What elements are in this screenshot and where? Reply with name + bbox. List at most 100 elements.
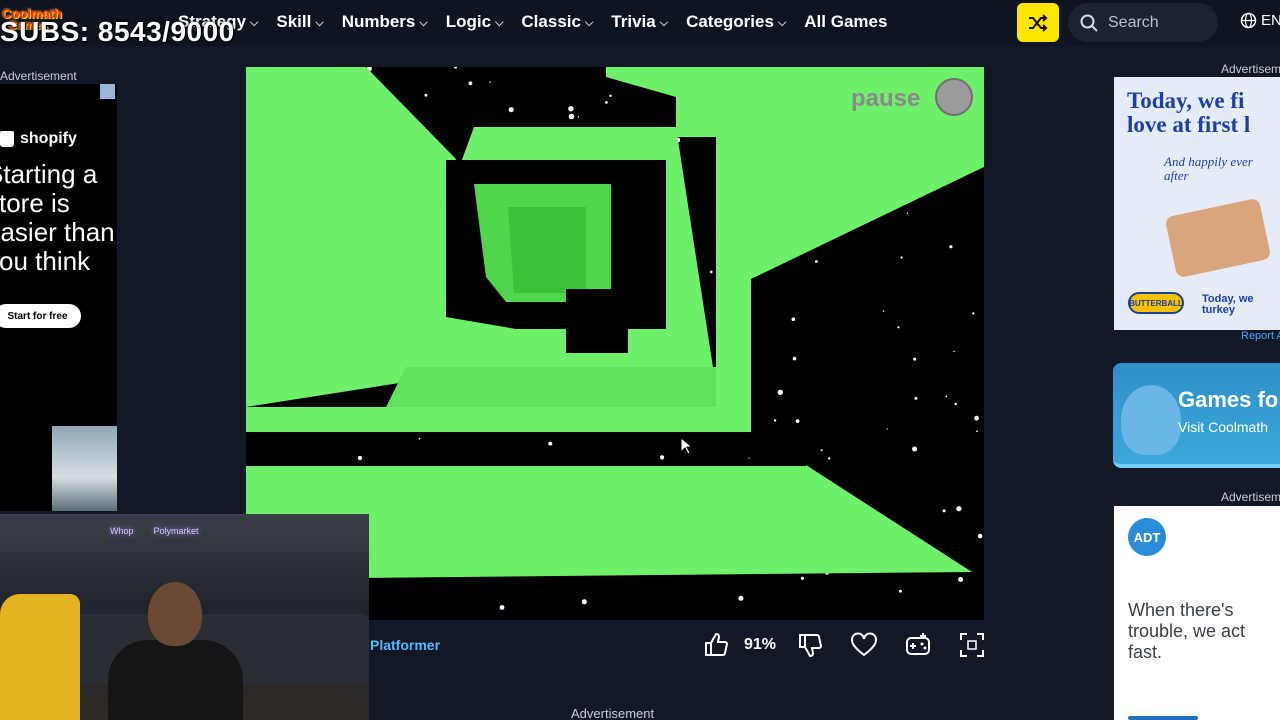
star — [945, 395, 948, 398]
star — [977, 533, 983, 539]
star — [577, 116, 580, 118]
star — [660, 455, 665, 460]
search-box[interactable]: Search — [1068, 3, 1218, 42]
butterball-headline: Today, we fi love at first l — [1127, 89, 1280, 137]
language-selector[interactable]: EN — [1240, 12, 1280, 29]
nav-item-label: Skill — [276, 12, 312, 31]
nav-item-label: Categories — [686, 12, 774, 31]
pause-label: pause — [851, 85, 921, 112]
nav-item-label: Numbers — [341, 12, 416, 31]
streamer-shirt — [108, 640, 243, 720]
star — [954, 402, 957, 406]
star — [581, 599, 587, 605]
star — [453, 67, 458, 69]
tunnel-ceiling-right — [606, 67, 716, 137]
chevron-down-icon: ⌵ — [777, 16, 787, 29]
star — [791, 317, 796, 322]
pause-button[interactable] — [935, 78, 973, 116]
random-game-button[interactable] — [1017, 3, 1059, 42]
star — [815, 260, 818, 263]
neon-signs: Whop Polymarket — [110, 526, 260, 566]
thumbs-up-button[interactable] — [696, 630, 736, 660]
nav-item-categories[interactable]: Categories ⌵ — [686, 12, 786, 32]
chevron-down-icon: ⌵ — [659, 16, 669, 29]
streamer-head — [148, 582, 202, 646]
nav-menu: Strategy ⌵ Skill ⌵ Numbers ⌵ Logic ⌵ Classic… — [178, 12, 887, 32]
butterball-headline-line1: Today, we fi — [1127, 88, 1245, 113]
fullscreen-button[interactable] — [952, 630, 992, 660]
star — [956, 506, 962, 512]
neon-sign-whop: Whop — [110, 526, 134, 536]
nav-item-label: Logic — [445, 12, 492, 31]
star — [958, 577, 964, 582]
butterball-ad[interactable]: Today, we fi love at first l And happily … — [1114, 77, 1280, 330]
report-ad-link[interactable]: Report A — [1241, 330, 1280, 342]
star — [828, 457, 831, 460]
butterball-script: And happily ever after — [1164, 154, 1253, 183]
chevron-down-icon: ⌵ — [495, 16, 504, 29]
nav-item-skill[interactable]: Skill ⌵ — [276, 12, 323, 32]
star — [795, 419, 800, 423]
tunnel-lower-step — [386, 367, 716, 407]
star — [900, 256, 903, 259]
tunnel-right-wall — [716, 67, 984, 432]
star — [897, 326, 900, 329]
coolmath-promo-banner[interactable]: Games fo Visit Coolmath — [1113, 363, 1280, 468]
star — [499, 605, 505, 610]
nav-item-trivia[interactable]: Trivia ⌵ — [611, 12, 668, 32]
star — [568, 106, 574, 112]
octopus-mascot — [1121, 385, 1181, 455]
star — [568, 113, 575, 120]
nav-item-label: Classic — [521, 12, 581, 31]
gaming-chair — [0, 594, 80, 720]
nav-item-all-games[interactable]: All Games — [804, 12, 887, 32]
star — [548, 441, 553, 446]
thumbs-up-icon — [705, 632, 729, 656]
globe-icon — [1240, 12, 1257, 29]
star — [942, 509, 946, 513]
star — [792, 356, 797, 361]
shopify-photo — [52, 426, 117, 511]
star — [468, 81, 473, 86]
adt-ad[interactable]: ADT When there's trouble, we act fast. — [1114, 506, 1280, 720]
star — [882, 310, 885, 312]
promo-subtitle: Visit Coolmath — [1178, 419, 1269, 435]
star — [899, 589, 902, 593]
star — [605, 101, 608, 104]
favorite-button[interactable] — [844, 630, 884, 660]
shopify-ad[interactable]: shopify Starting a store is easier than … — [0, 84, 117, 511]
start-for-free-button[interactable]: Start for free — [0, 304, 81, 328]
streamer — [108, 582, 243, 720]
chevron-down-icon: ⌵ — [315, 16, 324, 29]
neon-sign-polymarket: Polymarket — [153, 526, 199, 536]
add-to-playlist-button[interactable] — [898, 630, 938, 660]
star — [972, 312, 975, 315]
streamer-webcam: Whop Polymarket — [0, 514, 369, 720]
adt-logo: ADT — [1128, 518, 1166, 556]
ad-label-left: Advertisement — [0, 69, 77, 83]
star — [974, 415, 979, 421]
nav-item-label: Trivia — [611, 12, 656, 31]
ad-label-bottom: Advertisement — [571, 706, 655, 720]
thumbs-down-button[interactable] — [790, 630, 830, 660]
star — [609, 94, 612, 97]
adchoices-icon[interactable] — [100, 84, 115, 99]
search-icon — [1080, 14, 1098, 32]
shuffle-icon — [1029, 13, 1048, 32]
nav-item-logic[interactable]: Logic ⌵ — [446, 12, 504, 32]
category-link-platformer[interactable]: Platformer — [370, 637, 440, 653]
star — [748, 457, 750, 459]
ad-label-right-1: Advertisement — [1221, 62, 1280, 76]
tunnel-bottom-band — [246, 407, 751, 432]
butterball-logo: BUTTERBALL — [1128, 292, 1184, 314]
chevron-down-icon: ⌵ — [250, 16, 259, 29]
chevron-down-icon: ⌵ — [419, 16, 428, 29]
heart-icon — [851, 632, 878, 657]
star — [424, 93, 428, 97]
star — [773, 419, 777, 422]
star — [913, 357, 917, 361]
star — [710, 270, 713, 274]
thumbs-down-icon — [799, 634, 823, 658]
nav-item-classic[interactable]: Classic ⌵ — [521, 12, 593, 32]
nav-item-numbers[interactable]: Numbers ⌵ — [342, 12, 428, 32]
